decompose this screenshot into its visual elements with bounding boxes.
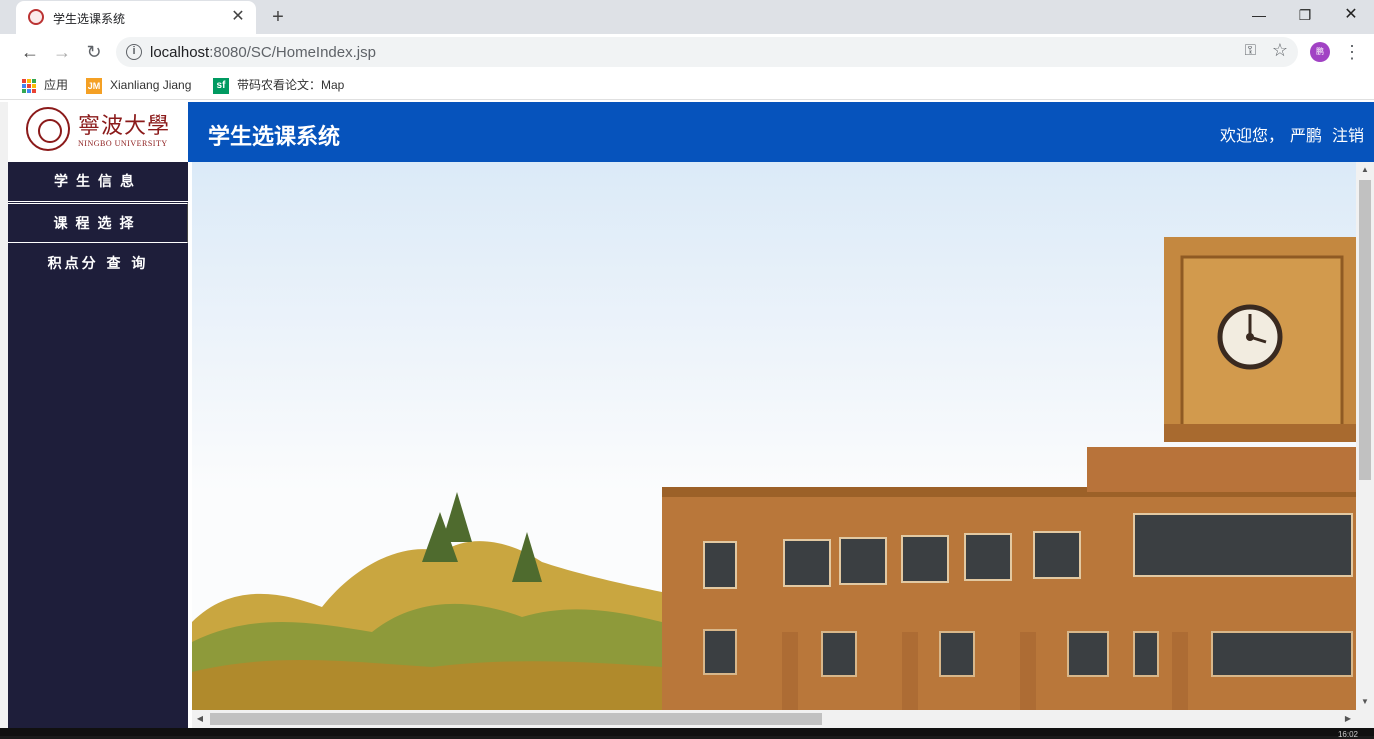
- tab-title: 学生选课系统: [53, 12, 126, 26]
- scroll-right-arrow-icon[interactable]: ▶: [1340, 710, 1356, 728]
- back-arrow-icon[interactable]: ←: [16, 38, 44, 66]
- bookmark-label: Xianliang Jiang: [110, 78, 192, 92]
- user-greeting: 欢迎您， 严鹏 注销: [1214, 122, 1364, 146]
- url-host: localhost: [150, 44, 210, 61]
- taskbar: 16:02: [0, 728, 1374, 739]
- profile-avatar[interactable]: 鹏: [1310, 42, 1330, 62]
- bookmark-xianliang[interactable]: JM Xianliang Jiang: [86, 76, 191, 94]
- address-bar[interactable]: i localhost:8080/SC/HomeIndex.jsp ⚿ ☆: [116, 37, 1298, 67]
- web-page: 寧波大學 NINGBO UNIVERSITY 学生选课系统 欢迎您， 严鹏 注销 学…: [8, 102, 1374, 728]
- key-icon[interactable]: ⚿: [1245, 42, 1256, 59]
- scroll-up-arrow-icon[interactable]: ▲: [1356, 162, 1374, 178]
- tab-strip: 学生选课系统 ✕ + — ❐ ✕: [0, 0, 1374, 34]
- more-menu-icon[interactable]: ⋮: [1342, 40, 1362, 64]
- logout-link[interactable]: 注销: [1332, 128, 1364, 145]
- scroll-left-arrow-icon[interactable]: ◀: [192, 710, 208, 728]
- url-path: :8080/SC/HomeIndex.jsp: [209, 44, 376, 61]
- horizontal-scrollbar[interactable]: ◀ ▶: [192, 710, 1374, 728]
- school-name-cn: 寧波大學: [78, 114, 171, 139]
- restore-button[interactable]: ❐: [1282, 0, 1328, 30]
- scroll-down-arrow-icon[interactable]: ▼: [1356, 694, 1374, 710]
- bookmarks-bar: 应用 JM Xianliang Jiang sf 带码农看论文：Map: [0, 70, 1374, 100]
- new-tab-button[interactable]: +: [266, 5, 290, 29]
- sidebar-item-student-info[interactable]: 学生信息: [8, 162, 188, 202]
- apps-grid-icon: [22, 78, 36, 93]
- vertical-scroll-thumb[interactable]: [1359, 180, 1371, 480]
- browser-window: 学生选课系统 ✕ + — ❐ ✕ ← → ↻ i localhost:8080/…: [0, 0, 1374, 739]
- bookmark-label: 应用: [44, 78, 69, 92]
- bookmark-apps[interactable]: 应用: [22, 76, 68, 94]
- sidebar-menu: 学生信息 课程选择 积点分 查 询: [8, 162, 188, 728]
- ningbo-university-logo[interactable]: 寧波大學 NINGBO UNIVERSITY: [8, 102, 188, 162]
- minimize-button[interactable]: —: [1236, 0, 1282, 30]
- sidebar-item-course-selection[interactable]: 课程选择: [8, 203, 188, 243]
- close-tab-icon[interactable]: ✕: [228, 7, 248, 27]
- bookmark-sf[interactable]: sf 带码农看论文：Map: [213, 76, 344, 94]
- sf-icon: sf: [213, 77, 229, 94]
- university-seal-icon: [26, 107, 70, 151]
- campus-photo-illustration: [192, 237, 1356, 710]
- sidebar-item-gpa-query[interactable]: 积点分 查 询: [8, 244, 188, 284]
- url-text[interactable]: localhost:8080/SC/HomeIndex.jsp: [150, 44, 376, 61]
- vertical-scrollbar[interactable]: ▲ ▼: [1356, 162, 1374, 710]
- bookmark-label: 带码农看论文：Map: [237, 78, 345, 92]
- horizontal-scroll-thumb[interactable]: [210, 713, 822, 725]
- school-name-en: NINGBO UNIVERSITY: [78, 139, 168, 148]
- site-header: 寧波大學 NINGBO UNIVERSITY 学生选课系统 欢迎您， 严鹏 注销: [8, 102, 1374, 162]
- browser-tab[interactable]: 学生选课系统 ✕: [16, 1, 256, 34]
- reload-icon[interactable]: ↻: [80, 38, 108, 66]
- browser-toolbar: ← → ↻ i localhost:8080/SC/HomeIndex.jsp …: [0, 34, 1374, 70]
- page-left-edge: [0, 102, 8, 728]
- school-favicon-icon: [28, 9, 44, 25]
- forward-arrow-icon[interactable]: →: [48, 38, 76, 66]
- bookmark-star-icon[interactable]: ☆: [1272, 40, 1288, 61]
- welcome-text: 欢迎您，: [1219, 128, 1284, 145]
- campus-building-image: [192, 162, 1356, 710]
- site-info-icon[interactable]: i: [126, 44, 142, 60]
- content-frame: ▲ ▼ ◀ ▶: [192, 162, 1374, 728]
- jm-icon: JM: [86, 77, 102, 94]
- page-title: 学生选课系统: [208, 124, 341, 149]
- user-name: 严鹏: [1289, 128, 1322, 145]
- taskbar-clock: 16:02: [1337, 730, 1358, 739]
- close-window-button[interactable]: ✕: [1328, 0, 1374, 30]
